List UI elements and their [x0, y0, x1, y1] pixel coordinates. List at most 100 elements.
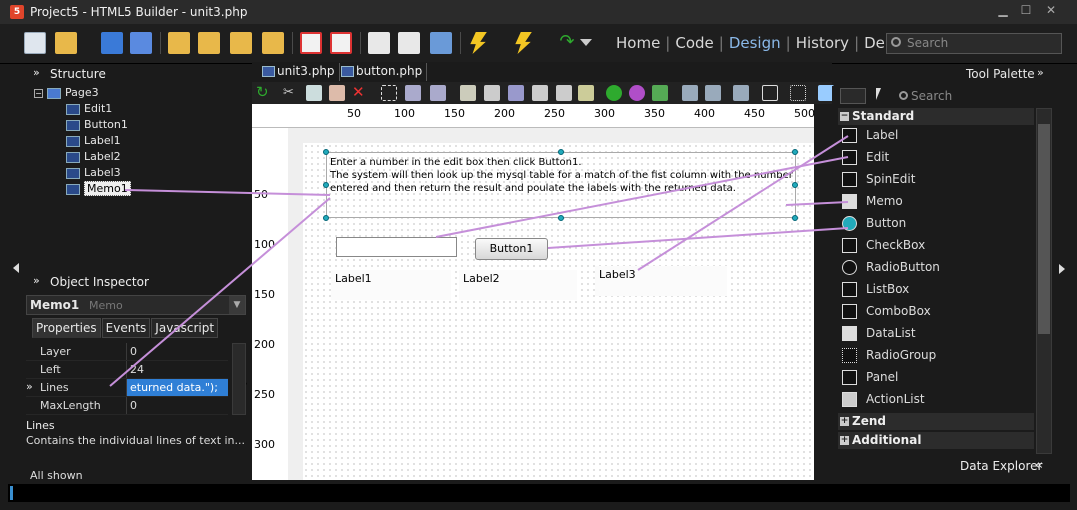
palette-item-listbox[interactable]: ListBox	[842, 282, 909, 302]
property-value[interactable]: 0	[126, 397, 228, 414]
find-next-icon[interactable]	[532, 85, 548, 101]
data-explorer-title[interactable]: Data Explorer	[960, 459, 1042, 473]
window-layout-icon[interactable]	[430, 32, 452, 54]
palette-scroll-thumb[interactable]	[1038, 124, 1050, 334]
resize-handle[interactable]	[323, 182, 329, 188]
palette-item-actionlist[interactable]: ActionList	[842, 392, 925, 412]
resize-handle[interactable]	[792, 149, 798, 155]
resize-handle[interactable]	[792, 215, 798, 221]
palette-item-memo[interactable]: Memo	[842, 194, 903, 214]
category-expand-icon[interactable]: +	[840, 436, 849, 445]
step-over-icon[interactable]: ↷	[556, 32, 578, 54]
palette-item-edit[interactable]: Edit	[842, 150, 889, 170]
open-project-icon[interactable]	[168, 32, 190, 54]
property-scrollbar[interactable]	[232, 343, 246, 415]
resize-handle[interactable]	[558, 215, 564, 221]
select-all-icon[interactable]	[381, 85, 397, 101]
resize-handle[interactable]	[323, 215, 329, 221]
grid-icon[interactable]	[790, 85, 806, 101]
close-button[interactable]: ✕	[1040, 1, 1062, 19]
palette-item-spinedit[interactable]: SpinEdit	[842, 172, 915, 192]
save-icon[interactable]	[101, 32, 123, 54]
label2-component[interactable]: Label2	[459, 270, 577, 300]
tab-properties[interactable]: Properties	[32, 318, 101, 338]
file-tab-unit3[interactable]: unit3.php	[259, 63, 340, 81]
download-icon[interactable]	[368, 32, 390, 54]
palette-item-radiobutton[interactable]: RadioButton	[842, 260, 940, 280]
palette-item-datalist[interactable]: DataList	[842, 326, 916, 346]
category-collapse-icon[interactable]: −	[840, 112, 849, 121]
tab-events[interactable]: Events	[101, 318, 151, 338]
palette-item-button[interactable]: Button	[842, 216, 906, 236]
property-row[interactable]: MaxLength 0	[26, 397, 228, 415]
property-row-selected[interactable]: » Lines eturned data."); •••	[26, 379, 248, 397]
palette-item-checkbox[interactable]: CheckBox	[842, 238, 925, 258]
button1-component[interactable]: Button1	[475, 238, 548, 260]
align-edges-icon[interactable]	[733, 85, 749, 101]
palette-search-input[interactable]: Search	[897, 88, 1043, 106]
add-to-project-icon[interactable]	[230, 32, 252, 54]
add-component-icon[interactable]	[629, 85, 645, 101]
palette-category-standard[interactable]: − Standard	[838, 108, 1034, 125]
collapse-right-icon[interactable]	[1059, 264, 1065, 274]
open-folder-icon[interactable]	[55, 32, 77, 54]
property-row[interactable]: Layer 0	[26, 343, 228, 361]
send-to-back-icon[interactable]	[705, 85, 721, 101]
palette-view-dropdown[interactable]	[840, 88, 866, 104]
replace-icon[interactable]	[556, 85, 572, 101]
expand-chevron-icon[interactable]: «	[1035, 458, 1043, 473]
tree-node-label3[interactable]: Label3	[26, 166, 246, 182]
align-icon[interactable]	[430, 85, 446, 101]
remove-from-project-icon[interactable]	[262, 32, 284, 54]
open-file-icon[interactable]	[578, 85, 594, 101]
tab-home[interactable]: Home	[616, 34, 660, 52]
property-value[interactable]: 0	[126, 343, 228, 360]
collapse-chevron-icon[interactable]: »	[33, 66, 40, 79]
refresh-icon[interactable]: ↻	[256, 85, 272, 101]
tree-node-memo1[interactable]: Memo1	[26, 181, 246, 198]
palette-item-combobox[interactable]: ComboBox	[842, 304, 931, 324]
close-file-icon[interactable]	[300, 32, 322, 54]
close-all-icon[interactable]	[330, 32, 352, 54]
tree-node-label2[interactable]: Label2	[26, 150, 246, 166]
cut-icon[interactable]: ✂	[283, 85, 299, 101]
memo1-component[interactable]: Enter a number in the edit box then clic…	[326, 152, 796, 218]
collapse-left-icon[interactable]	[13, 263, 19, 273]
paste-icon[interactable]	[329, 85, 345, 101]
new-file-icon[interactable]	[24, 32, 46, 54]
tab-javascript[interactable]: Javascript	[151, 318, 219, 338]
palette-category-additional[interactable]: + Additional	[838, 432, 1034, 449]
inspector-filter-status[interactable]: All shown	[26, 469, 246, 482]
tab-design[interactable]: Design	[729, 34, 781, 52]
panel-icon[interactable]	[762, 85, 778, 101]
tree-node-root[interactable]: − Page3	[26, 86, 246, 102]
palette-item-label[interactable]: Label	[842, 128, 898, 148]
palette-category-zend[interactable]: + Zend	[838, 413, 1034, 430]
palette-item-radiogroup[interactable]: RadioGroup	[842, 348, 936, 368]
palette-item-panel[interactable]: Panel	[842, 370, 898, 390]
edit-project-icon[interactable]	[198, 32, 220, 54]
tab-order-icon[interactable]	[508, 85, 524, 101]
component-selector[interactable]: Memo1 Memo ▼	[26, 295, 246, 315]
maximize-button[interactable]: ☐	[1015, 1, 1037, 19]
dropdown-arrow-icon[interactable]: ▼	[229, 296, 245, 314]
property-value[interactable]: 24	[126, 361, 228, 378]
file-tab-button[interactable]: button.php	[338, 63, 428, 81]
tab-history[interactable]: History	[796, 34, 849, 52]
delete-icon[interactable]: ✕	[352, 85, 368, 101]
property-row[interactable]: Left 24	[26, 361, 228, 379]
folder-icon[interactable]	[460, 85, 476, 101]
toolbar-search-input[interactable]: Search	[886, 33, 1062, 54]
tree-node-label1[interactable]: Label1	[26, 134, 246, 150]
edit1-component[interactable]	[336, 237, 457, 257]
collapse-chevron-icon[interactable]: »	[33, 274, 40, 287]
tab-code[interactable]: Code	[675, 34, 713, 52]
resize-handle[interactable]	[558, 149, 564, 155]
tree-node-edit1[interactable]: Edit1	[26, 102, 246, 118]
tree-node-button1[interactable]: Button1	[26, 118, 246, 134]
bring-to-front-icon[interactable]	[682, 85, 698, 101]
tree-expand-icon[interactable]: −	[34, 89, 43, 98]
chevron-down-icon[interactable]	[580, 39, 592, 46]
copy-icon[interactable]	[306, 85, 322, 101]
save-all-icon[interactable]	[130, 32, 152, 54]
